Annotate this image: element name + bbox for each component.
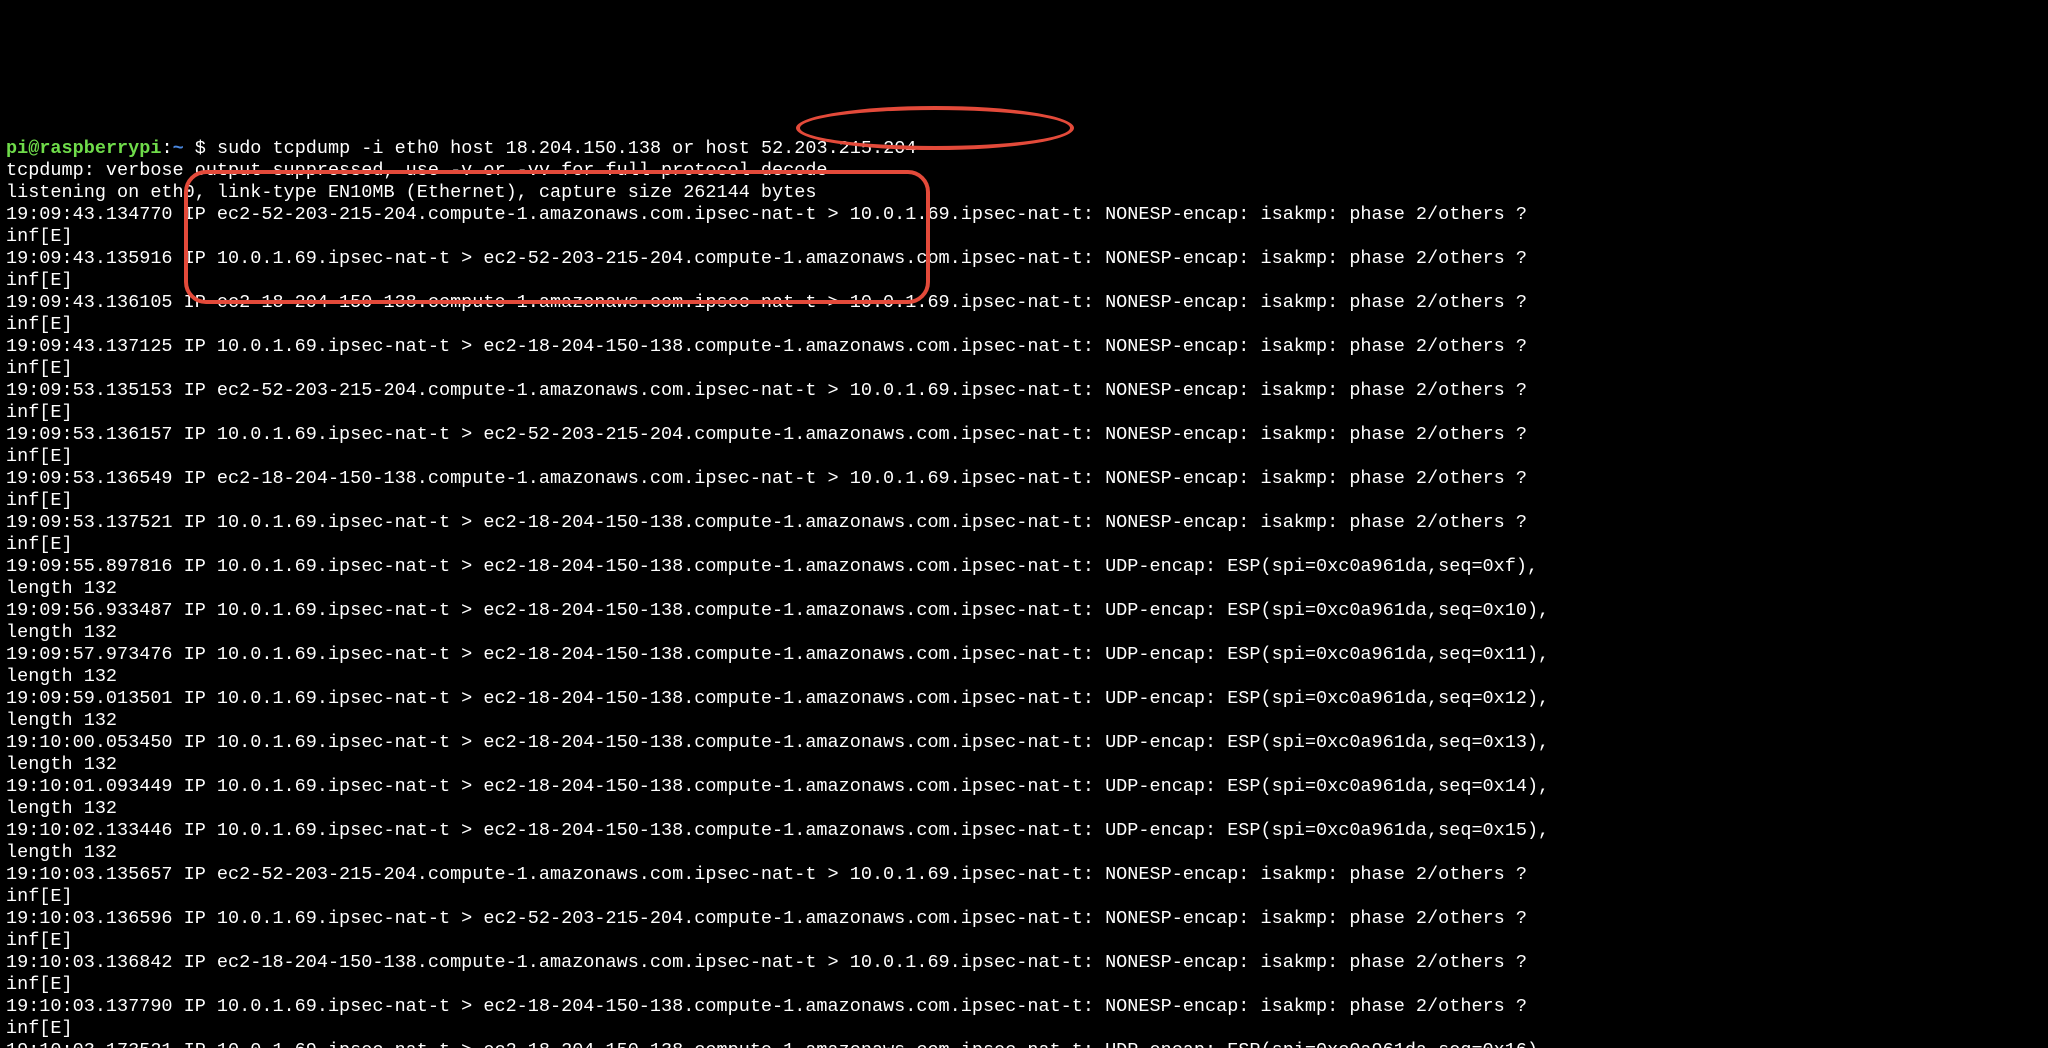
terminal-content: pi@raspberrypi:~ $ sudo tcpdump -i eth0 … [6, 138, 2042, 1048]
prompt-host: raspberrypi [39, 138, 161, 159]
prompt-user: pi [6, 138, 28, 159]
prompt-colon: : [161, 138, 172, 159]
tcpdump-output: 19:09:43.134770 IP ec2-52-203-215-204.co… [6, 204, 1549, 1048]
tcpdump-listening: listening on eth0, link-type EN10MB (Eth… [6, 182, 816, 203]
prompt-at: @ [28, 138, 39, 159]
tcpdump-header: tcpdump: verbose output suppressed, use … [6, 160, 828, 181]
terminal-window[interactable]: { "prompt1": { "user": "pi", "at": "@", … [0, 44, 2048, 1048]
prompt-path: ~ [173, 138, 184, 159]
prompt-dollar: $ [184, 138, 217, 159]
command-line[interactable]: sudo tcpdump -i eth0 host 18.204.150.138… [217, 138, 916, 159]
